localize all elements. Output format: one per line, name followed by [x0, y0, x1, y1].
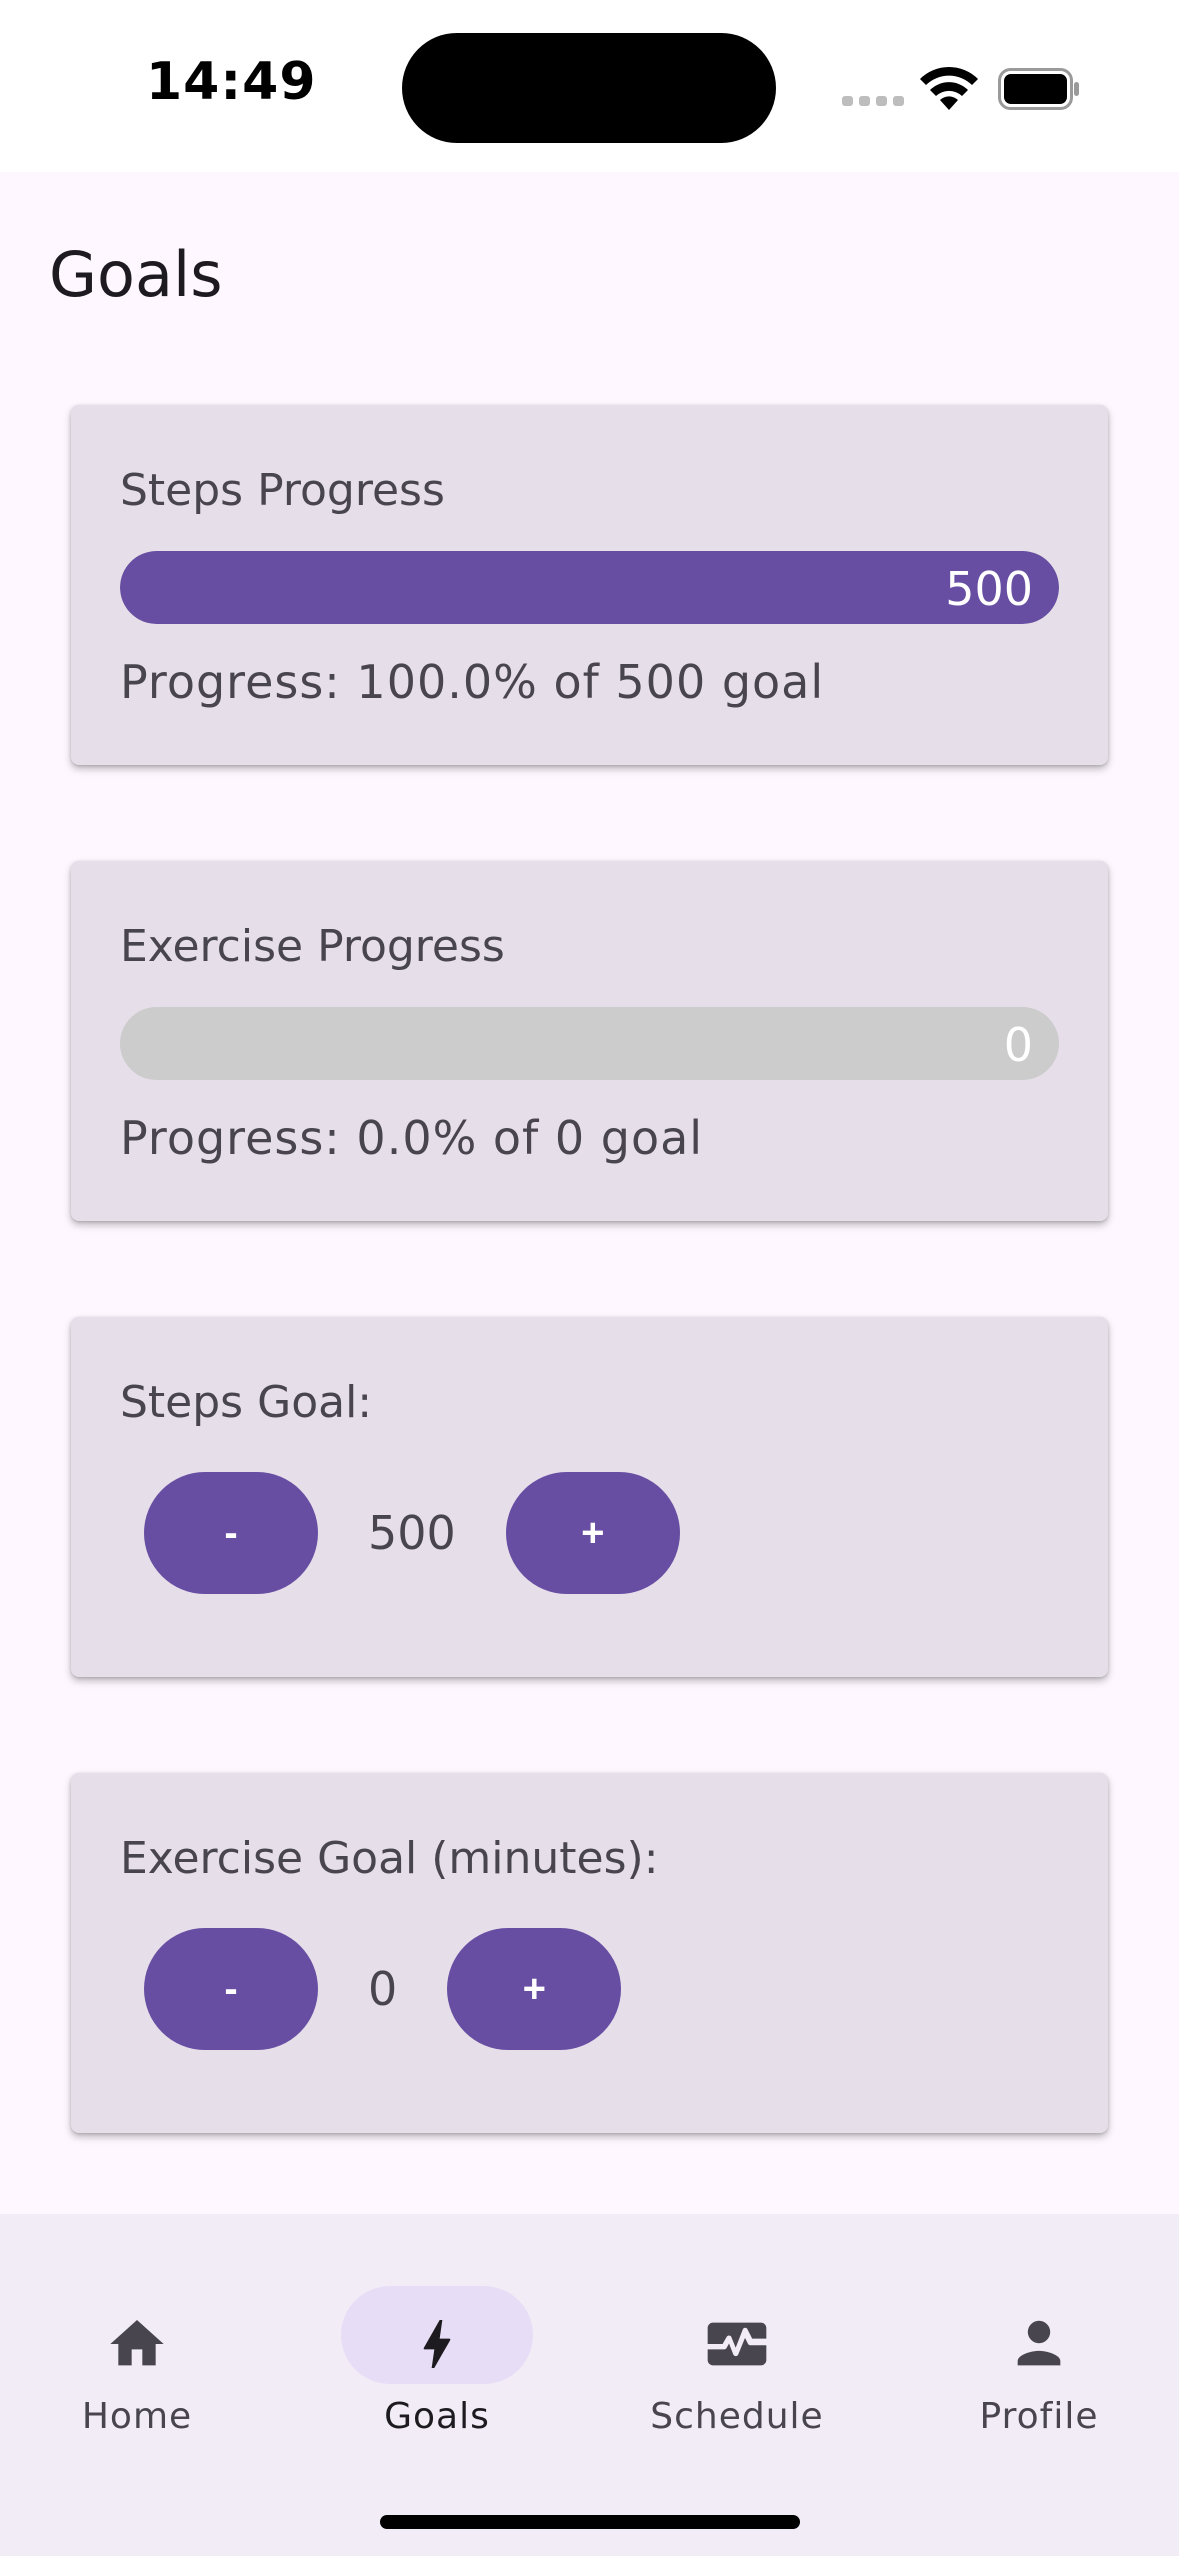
increment-exercise-button[interactable]: +	[447, 1928, 622, 2050]
card-title: Exercise Progress	[120, 921, 505, 972]
progress-text: Progress: 100.0% of 500 goal	[120, 655, 825, 709]
steps-goal-card: Steps Goal: - 500 +	[71, 1317, 1108, 1677]
progress-text: Progress: 0.0% of 0 goal	[120, 1111, 704, 1165]
battery-icon	[998, 68, 1079, 110]
decrement-steps-button[interactable]: -	[144, 1472, 318, 1594]
increment-steps-button[interactable]: +	[505, 1472, 680, 1594]
nav-label: Goals	[384, 2396, 490, 2437]
exercise-progress-card: Exercise Progress 0 Progress: 0.0% of 0 …	[71, 861, 1108, 1221]
card-title: Steps Goal:	[120, 1377, 373, 1428]
nav-item-schedule[interactable]: Schedule	[617, 2250, 857, 2440]
decrement-exercise-button[interactable]: -	[144, 1928, 318, 2050]
bolt-icon	[423, 2320, 451, 2368]
wifi-icon	[920, 66, 978, 110]
screen: 14:49 Goals Steps Progress 500 Progress:…	[0, 0, 1179, 2556]
nav-item-goals[interactable]: Goals	[317, 2250, 557, 2440]
steps-progress-card: Steps Progress 500 Progress: 100.0% of 5…	[71, 405, 1108, 765]
card-title: Steps Progress	[120, 465, 445, 516]
dynamic-island	[402, 33, 776, 143]
home-icon	[110, 2320, 164, 2366]
nav-item-home[interactable]: Home	[17, 2250, 257, 2440]
exercise-progress-bar: 0	[120, 1007, 1059, 1080]
progress-fill	[120, 551, 1059, 624]
steps-goal-stepper: - 500 +	[144, 1472, 680, 1594]
nav-item-profile[interactable]: Profile	[919, 2250, 1159, 2440]
progress-bar-label: 500	[945, 562, 1033, 616]
home-indicator	[380, 2515, 800, 2529]
status-time: 14:49	[146, 52, 317, 112]
status-bar: 14:49	[0, 0, 1179, 172]
exercise-goal-value: 0	[368, 1962, 398, 2016]
steps-progress-bar: 500	[120, 551, 1059, 624]
nav-label: Home	[81, 2396, 193, 2437]
card-title: Exercise Goal (minutes):	[120, 1833, 659, 1884]
steps-goal-value: 500	[368, 1506, 456, 1560]
nav-label: Profile	[979, 2396, 1099, 2437]
monitor-heart-icon	[707, 2322, 767, 2366]
exercise-goal-card: Exercise Goal (minutes): - 0 +	[71, 1773, 1108, 2133]
bottom-navigation-bar: Home Goals Schedule Profile	[0, 2214, 1179, 2556]
page-title: Goals	[49, 238, 223, 311]
cellular-signal-icon	[842, 96, 904, 106]
nav-label: Schedule	[650, 2396, 824, 2437]
person-icon	[1017, 2320, 1061, 2366]
progress-bar-label: 0	[1003, 1018, 1033, 1072]
exercise-goal-stepper: - 0 +	[144, 1928, 622, 2050]
